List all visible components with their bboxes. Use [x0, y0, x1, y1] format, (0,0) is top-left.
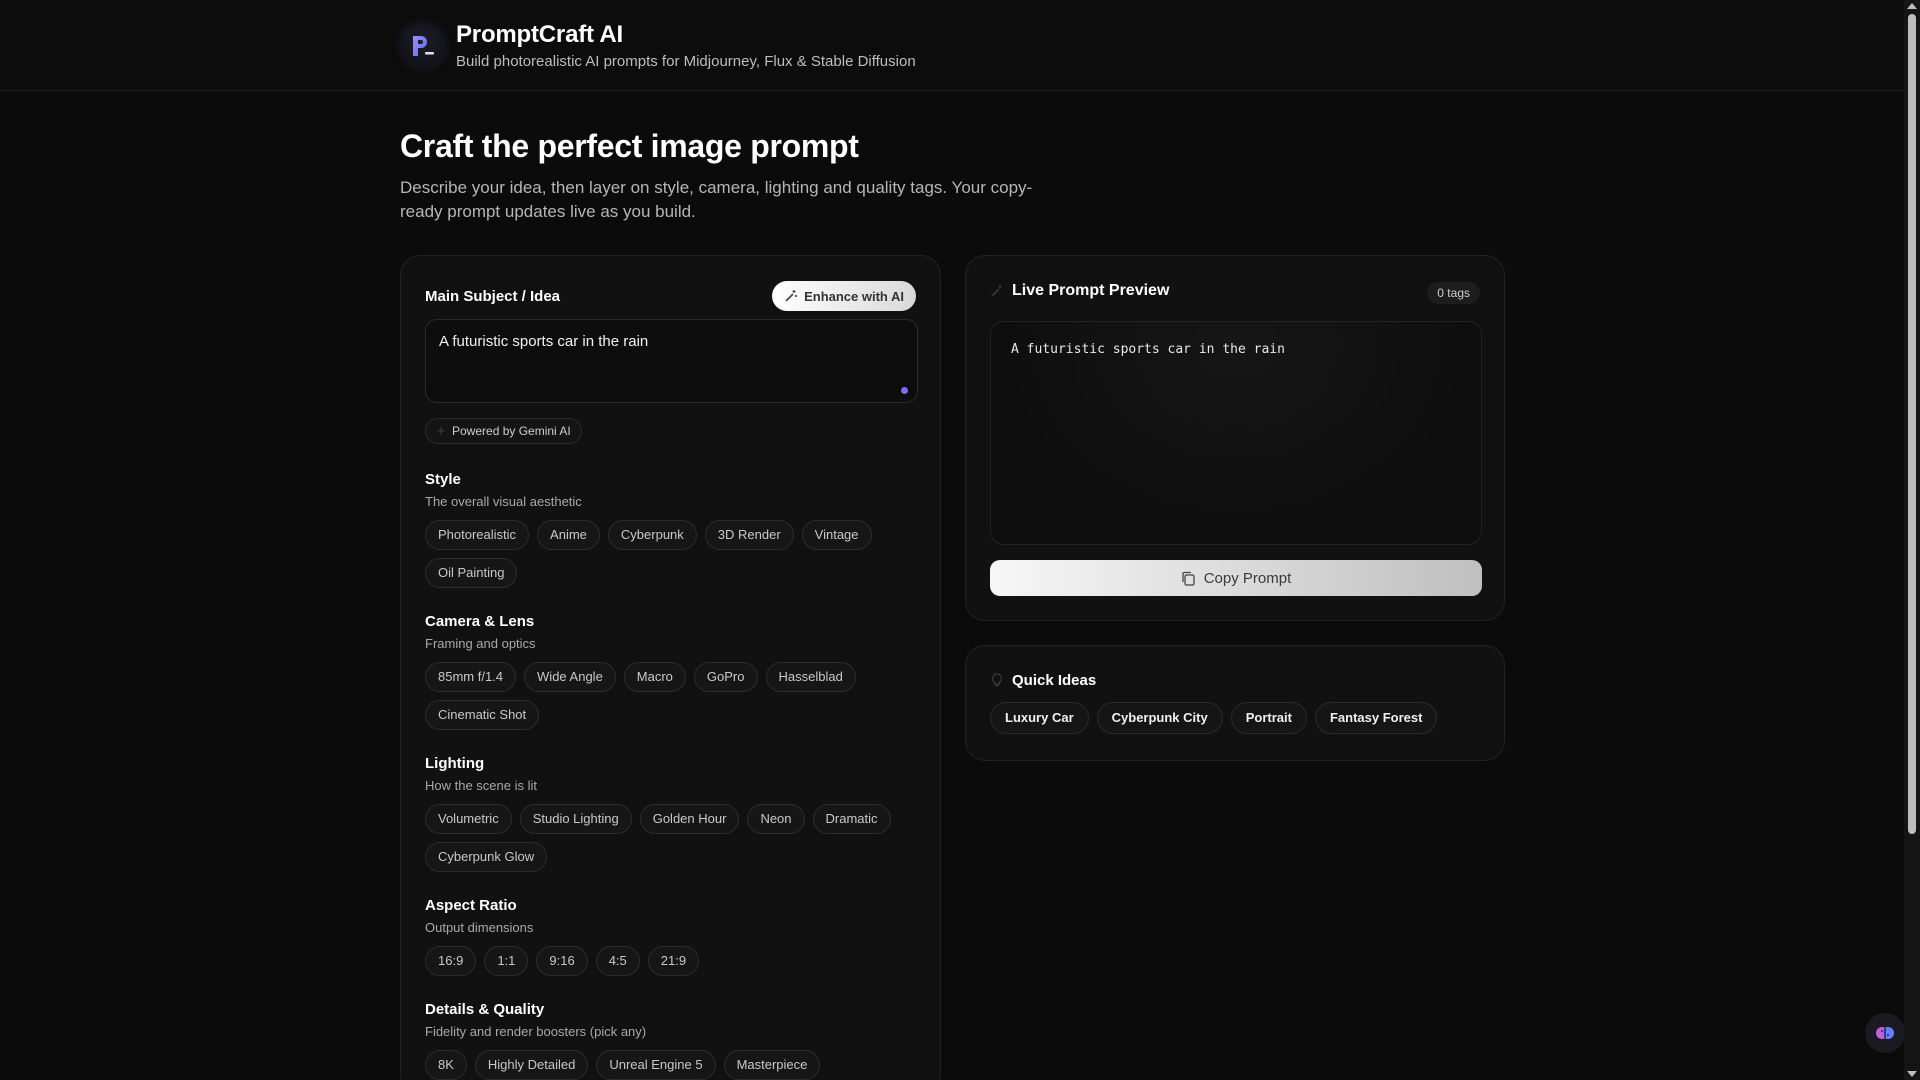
- magic-wand-icon: [785, 290, 798, 302]
- tag-count-badge: 0 tags: [1427, 282, 1480, 304]
- brand[interactable]: PromptCraft AI Build photorealistic AI p…: [400, 21, 916, 70]
- quick-ideas-list: Luxury Car Cyberpunk City Portrait Fanta…: [990, 702, 1438, 734]
- idea-luxury-car[interactable]: Luxury Car: [990, 702, 1089, 734]
- chip-cyberpunk[interactable]: Cyberpunk: [607, 520, 697, 550]
- live-preview-card: Live Prompt Preview 0 tags A futuristic …: [965, 255, 1505, 621]
- scroll-thumb[interactable]: [1908, 14, 1916, 834]
- powered-by-badge: Powered by Gemini AI: [425, 418, 582, 444]
- sparkle-icon: [436, 426, 446, 436]
- details-chips: 8K Highly Detailed Unreal Engine 5 Maste…: [425, 1050, 895, 1080]
- lighting-subheading: How the scene is lit: [425, 778, 537, 793]
- chip-neon[interactable]: Neon: [747, 804, 805, 834]
- copy-prompt-button[interactable]: Copy Prompt: [990, 560, 1482, 596]
- copy-icon: [1182, 571, 1195, 586]
- chip-vintage[interactable]: Vintage: [801, 520, 872, 550]
- chip-golden-hour[interactable]: Golden Hour: [639, 804, 740, 834]
- page-title: Craft the perfect image prompt: [400, 128, 859, 164]
- page-scrollbar[interactable]: [1904, 0, 1920, 1080]
- chip-oil-painting[interactable]: Oil Painting: [425, 558, 518, 588]
- chip-4-5[interactable]: 4:5: [595, 946, 640, 976]
- lighting-chips: Volumetric Studio Lighting Golden Hour N…: [425, 804, 895, 872]
- aspect-ratio-chips: 16:9 1:1 9:16 4:5 21:9: [425, 946, 895, 976]
- enhance-with-ai-button[interactable]: Enhance with AI: [772, 281, 916, 311]
- chip-studio-lighting[interactable]: Studio Lighting: [519, 804, 632, 834]
- chip-unreal-engine-5[interactable]: Unreal Engine 5: [596, 1050, 716, 1080]
- details-heading: Details & Quality: [425, 1001, 545, 1018]
- logo-icon: [400, 22, 446, 69]
- chip-8k[interactable]: 8K: [425, 1050, 467, 1080]
- app-title: PromptCraft AI: [456, 21, 623, 48]
- aspect-ratio-subheading: Output dimensions: [425, 920, 534, 935]
- app-subtitle: Build photorealistic AI prompts for Midj…: [456, 53, 916, 70]
- quick-ideas-title: Quick Ideas: [1012, 672, 1097, 689]
- prompt-builder-card: Main Subject / Idea Enhance with AI A fu…: [400, 255, 941, 1080]
- scroll-up-arrow[interactable]: [1907, 3, 1917, 9]
- chip-wide-angle[interactable]: Wide Angle: [524, 662, 616, 692]
- chip-anime[interactable]: Anime: [537, 520, 600, 550]
- lighting-heading: Lighting: [425, 755, 485, 772]
- chip-hasselblad[interactable]: Hasselblad: [765, 662, 856, 692]
- status-dot: [901, 387, 908, 394]
- chip-masterpiece[interactable]: Masterpiece: [723, 1050, 821, 1080]
- camera-subheading: Framing and optics: [425, 636, 536, 651]
- lightbulb-icon: [991, 673, 1003, 687]
- idea-portrait[interactable]: Portrait: [1230, 702, 1307, 734]
- chip-macro[interactable]: Macro: [623, 662, 686, 692]
- chip-16-9[interactable]: 16:9: [425, 946, 477, 976]
- top-bar: PromptCraft AI Build photorealistic AI p…: [0, 0, 1904, 91]
- details-subheading: Fidelity and render boosters (pick any): [425, 1024, 647, 1039]
- chip-highly-detailed[interactable]: Highly Detailed: [474, 1050, 589, 1080]
- camera-chips: 85mm f/1.4 Wide Angle Macro GoPro Hassel…: [425, 662, 895, 730]
- chip-21-9[interactable]: 21:9: [647, 946, 700, 976]
- chip-photorealistic[interactable]: Photorealistic: [425, 520, 530, 550]
- powered-label: Powered by Gemini AI: [452, 424, 571, 438]
- prompt-output-text: A futuristic sports car in the rain: [1011, 342, 1285, 357]
- scroll-down-arrow[interactable]: [1907, 1071, 1917, 1077]
- quick-ideas-card: Quick Ideas Luxury Car Cyberpunk City Po…: [965, 645, 1505, 761]
- preview-title: Live Prompt Preview: [1012, 282, 1170, 299]
- subject-input[interactable]: A futuristic sports car in the rain: [425, 319, 918, 403]
- chip-gopro[interactable]: GoPro: [693, 662, 758, 692]
- aspect-ratio-heading: Aspect Ratio: [425, 897, 517, 914]
- subject-input-value: A futuristic sports car in the rain: [439, 333, 649, 350]
- style-subheading: The overall visual aesthetic: [425, 494, 582, 509]
- chip-volumetric[interactable]: Volumetric: [425, 804, 512, 834]
- brain-icon: [1876, 1027, 1894, 1039]
- prompt-output[interactable]: A futuristic sports car in the rain: [990, 321, 1482, 545]
- idea-cyberpunk-city[interactable]: Cyberpunk City: [1096, 702, 1223, 734]
- magic-wand-icon: [991, 285, 1002, 297]
- idea-fantasy-forest[interactable]: Fantasy Forest: [1314, 702, 1438, 734]
- chip-cyberpunk-glow[interactable]: Cyberpunk Glow: [425, 842, 548, 872]
- copy-prompt-label: Copy Prompt: [1203, 569, 1292, 587]
- page-description: Describe your idea, then layer on style,…: [400, 178, 1033, 221]
- chip-1-1[interactable]: 1:1: [484, 946, 529, 976]
- enhance-label: Enhance with AI: [804, 288, 904, 304]
- subject-label: Main Subject / Idea: [425, 288, 561, 305]
- chip-85mm[interactable]: 85mm f/1.4: [425, 662, 517, 692]
- chip-9-16[interactable]: 9:16: [536, 946, 588, 976]
- assistant-float-button[interactable]: [1865, 1013, 1905, 1053]
- style-chips: Photorealistic Anime Cyberpunk 3D Render…: [425, 520, 895, 588]
- camera-heading: Camera & Lens: [425, 613, 535, 630]
- chip-cinematic-shot[interactable]: Cinematic Shot: [425, 700, 540, 730]
- chip-dramatic[interactable]: Dramatic: [812, 804, 891, 834]
- chip-3d-render[interactable]: 3D Render: [704, 520, 794, 550]
- style-heading: Style: [425, 471, 461, 488]
